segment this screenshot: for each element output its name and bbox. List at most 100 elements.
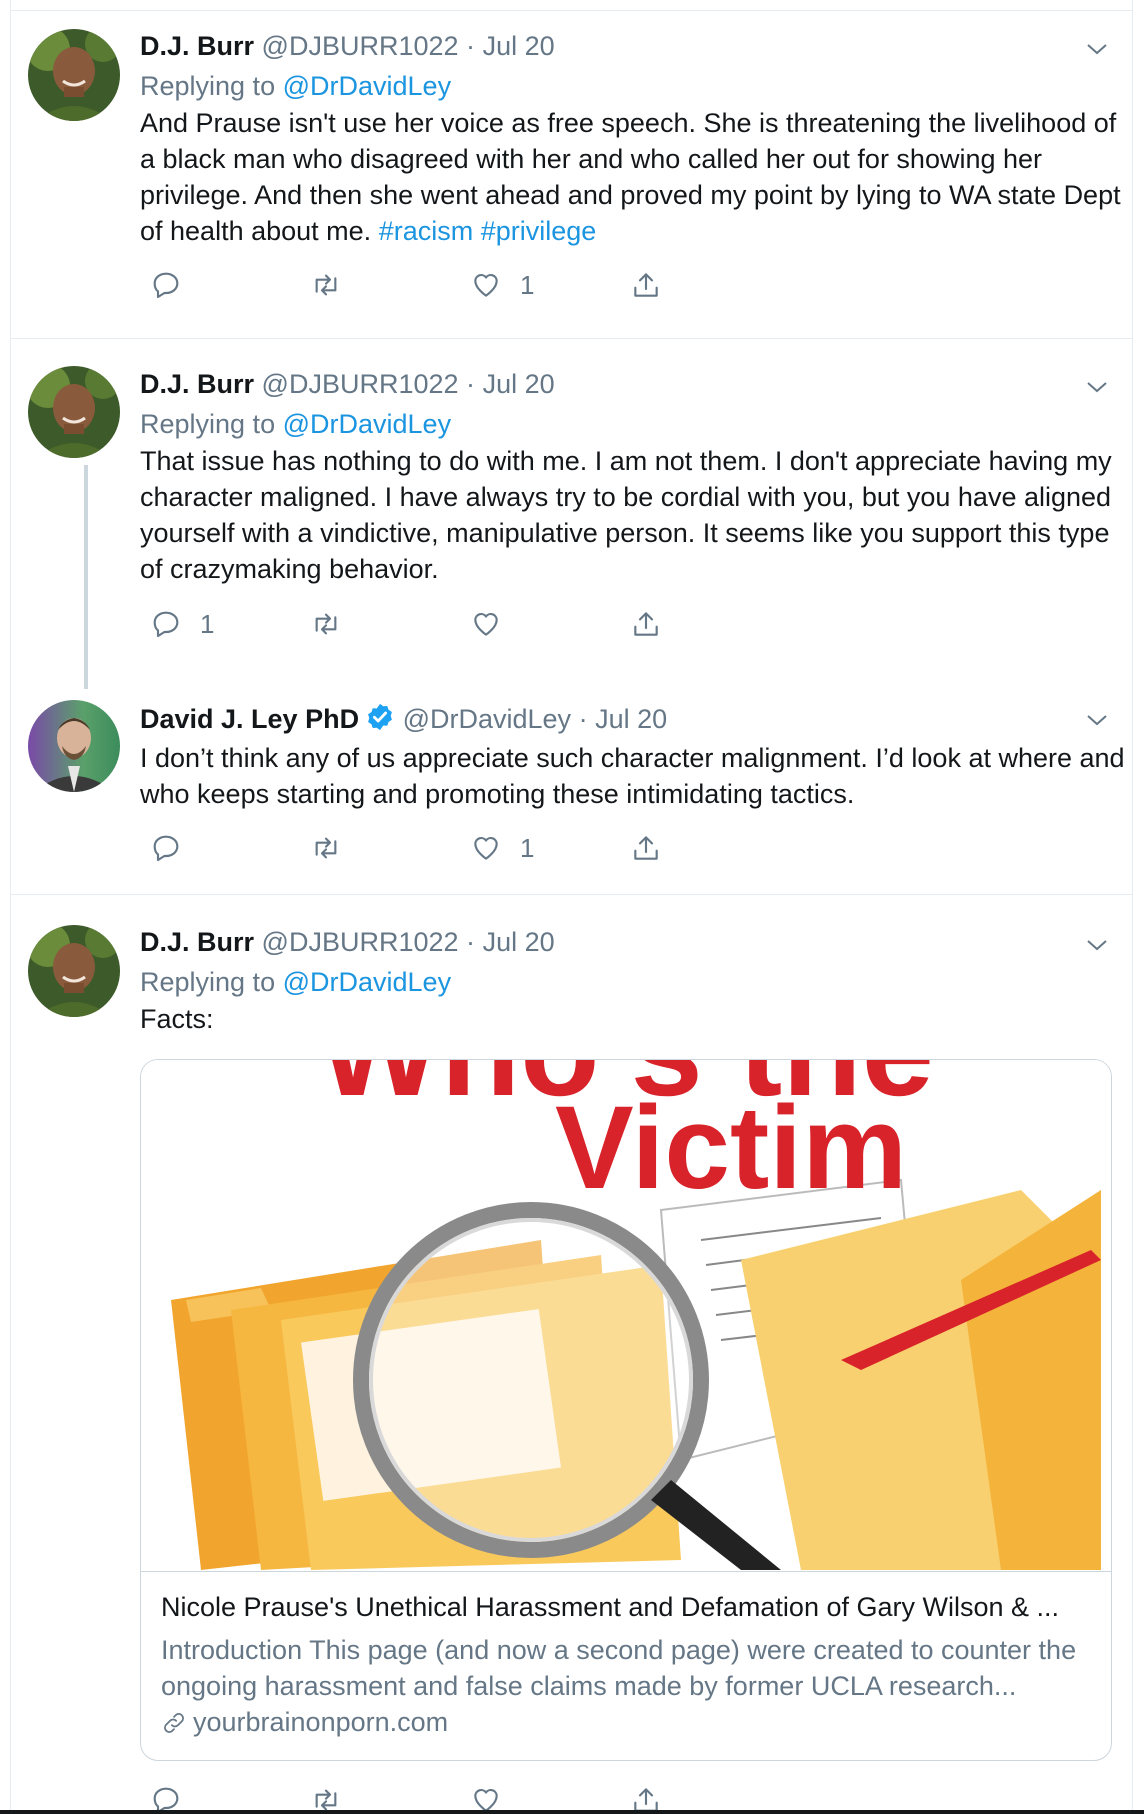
share-button[interactable] [630,265,662,305]
like-icon [474,273,498,297]
avatar[interactable] [28,29,120,121]
retweet-button[interactable] [310,1780,342,1810]
tweet-body: That issue has nothing to do with me. I … [140,446,1112,584]
hashtag-link[interactable]: #racism [379,216,474,246]
tweet-header: D.J. Burr @DJBURR1022 · Jul 20 [140,31,555,62]
tweet-actions: 1 [140,828,740,868]
mention-link[interactable]: @DrDavidLey [283,967,451,997]
like-count: 1 [520,832,535,863]
card-description: Introduction This page (and now a second… [161,1635,1077,1701]
tweet-header: D.J. Burr @DJBURR1022 · Jul 20 [140,369,555,400]
user-handle[interactable]: @DJBURR1022 [262,927,459,957]
card-domain[interactable]: yourbrainonporn.com [161,1707,448,1738]
tweet-date[interactable]: Jul 20 [483,369,555,399]
tweet[interactable]: D.J. Burr @DJBURR1022 · Jul 20 Replying … [11,895,1131,1814]
like-icon [474,1788,498,1810]
display-name[interactable]: D.J. Burr [140,369,254,399]
replying-to: Replying to @DrDavidLey [140,71,451,102]
separator-dot: · [578,704,588,734]
tweet-text: That issue has nothing to do with me. I … [140,443,1130,587]
retweet-button[interactable] [310,604,360,644]
share-button[interactable] [630,604,662,644]
display-name[interactable]: D.J. Burr [140,927,254,957]
replying-to: Replying to @DrDavidLey [140,967,451,998]
chevron-down-icon[interactable] [1085,933,1109,957]
chevron-down-icon[interactable] [1085,708,1109,732]
reply-icon [153,1787,179,1810]
like-icon [474,836,498,860]
share-icon [634,1788,658,1810]
card-image: Who's the Victim [141,1060,1111,1570]
tweet-text: I don’t think any of us appreciate such … [140,740,1130,812]
like-button[interactable] [470,1780,502,1810]
user-handle[interactable]: @DrDavidLey [403,704,571,734]
reply-button[interactable] [150,265,200,305]
retweet-button[interactable] [310,828,360,868]
tweet-date[interactable]: Jul 20 [483,927,555,957]
card-body[interactable]: Nicole Prause's Unethical Harassment and… [141,1571,1111,1760]
like-button[interactable] [470,604,520,644]
reply-icon [153,611,179,638]
share-icon [634,273,658,297]
chevron-down-icon[interactable] [1085,37,1109,61]
mention-link[interactable]: @DrDavidLey [283,71,451,101]
tweet-body: Facts: [140,1004,214,1034]
reply-icon [153,835,179,862]
tweet-header: D.J. Burr @DJBURR1022 · Jul 20 [140,927,555,958]
tweet[interactable]: David J. Ley PhD @DrDavidLey · Jul 20 I … [11,690,1131,894]
display-name[interactable]: David J. Ley PhD [140,704,359,734]
tweet[interactable]: D.J. Burr @DJBURR1022 · Jul 20 Replying … [11,339,1131,689]
tweet-date[interactable]: Jul 20 [595,704,667,734]
thread-connector [84,465,88,689]
separator-dot: · [466,31,476,61]
replying-prefix: Replying to [140,71,276,101]
separator-dot: · [466,927,476,957]
like-count: 1 [520,269,535,300]
tweet-actions: 1 [140,604,740,644]
like-button[interactable]: 1 [470,828,534,868]
tweet-body: I don’t think any of us appreciate such … [140,743,1125,809]
like-button[interactable]: 1 [470,265,534,305]
retweet-icon [315,1789,337,1810]
tweet-header: David J. Ley PhD @DrDavidLey · Jul 20 [140,702,667,735]
retweet-icon [315,274,337,296]
hashtag-link[interactable]: #privilege [481,216,597,246]
replying-prefix: Replying to [140,409,276,439]
retweet-button[interactable] [310,265,360,305]
display-name[interactable]: D.J. Burr [140,31,254,61]
tweet-text: Facts: [140,1001,1130,1037]
tweet-actions: 1 [140,265,740,305]
share-icon [634,836,658,860]
mention-link[interactable]: @DrDavidLey [283,409,451,439]
verified-badge-icon [368,703,392,731]
reply-button[interactable] [150,1780,182,1810]
tweet-date[interactable]: Jul 20 [483,31,555,61]
reply-button[interactable] [150,828,200,868]
separator-dot: · [466,369,476,399]
retweet-icon [315,613,337,635]
reply-icon [153,272,179,299]
share-button[interactable] [630,1780,662,1810]
reply-count: 1 [200,608,215,639]
share-icon [634,612,658,636]
tweet-actions [140,1780,740,1810]
user-handle[interactable]: @DJBURR1022 [262,369,459,399]
card-image-text-main: Victim [555,1082,907,1214]
user-handle[interactable]: @DJBURR1022 [262,31,459,61]
link-card[interactable]: Who's the Victim Nicole Prause's Unethic… [140,1059,1112,1761]
replying-prefix: Replying to [140,967,276,997]
avatar[interactable] [28,925,120,1017]
card-title[interactable]: Nicole Prause's Unethical Harassment and… [161,1592,1091,1623]
window-bottom-edge [0,1810,1144,1814]
link-icon [164,1712,184,1733]
retweet-icon [315,837,337,859]
tweet-body: And Prause isn't use her voice as free s… [140,108,1121,246]
tweet-text: And Prause isn't use her voice as free s… [140,105,1130,249]
avatar[interactable] [28,366,120,458]
tweet[interactable]: D.J. Burr @DJBURR1022 · Jul 20 Replying … [11,11,1131,338]
chevron-down-icon[interactable] [1085,375,1109,399]
avatar[interactable] [28,700,120,792]
reply-button[interactable]: 1 [150,604,214,644]
card-domain-text: yourbrainonporn.com [193,1707,449,1737]
share-button[interactable] [630,828,662,868]
